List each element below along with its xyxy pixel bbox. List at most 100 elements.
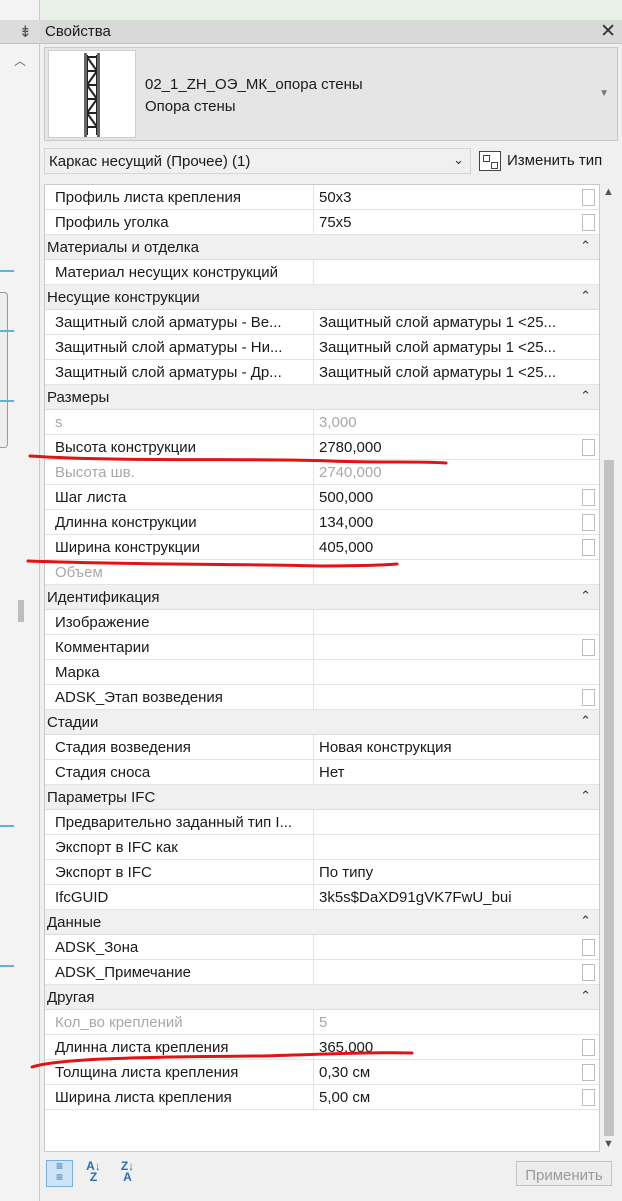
property-row: ADSK_Зона — [45, 935, 599, 960]
associate-parameter-button[interactable] — [582, 689, 595, 706]
property-value[interactable]: 75x5 — [315, 210, 581, 235]
collapse-icon[interactable]: ⌃ — [580, 588, 591, 604]
property-value[interactable] — [315, 810, 581, 835]
associate-parameter-button[interactable] — [582, 964, 595, 981]
associate-parameter-button[interactable] — [582, 1089, 595, 1106]
chevron-down-icon: ⌄ — [453, 152, 464, 167]
property-row: Длинна конструкции 134,000 — [45, 510, 599, 535]
sort-ascending-icon[interactable]: A↓ Z — [80, 1160, 107, 1187]
sort-descending-icon[interactable]: Z↓ A — [114, 1160, 141, 1187]
scroll-down-arrow-icon[interactable]: ▼ — [603, 1138, 614, 1150]
property-value[interactable]: Нет — [315, 760, 581, 785]
associate-parameter-button[interactable] — [582, 639, 595, 656]
property-row: Шаг листа 500,000 — [45, 485, 599, 510]
chevron-down-icon[interactable]: ▼ — [599, 88, 609, 99]
property-row: Толщина листа крепления 0,30 см — [45, 1060, 599, 1085]
grid-scrollbar[interactable]: ▲ ▼ — [600, 184, 618, 1152]
group-header[interactable]: Идентификация ⌃ — [45, 585, 599, 610]
associate-parameter-button[interactable] — [582, 489, 595, 506]
property-name: Высота шв. — [45, 460, 314, 485]
edit-type-button[interactable]: Изменить тип — [477, 148, 618, 174]
property-row: Высота конструкции 2780,000 — [45, 435, 599, 460]
property-row: IfcGUID 3k5s$DaXD91gVK7FwU_bui — [45, 885, 599, 910]
group-header[interactable]: Другая ⌃ — [45, 985, 599, 1010]
property-value[interactable] — [315, 935, 581, 960]
property-value[interactable]: 2780,000 — [315, 435, 581, 460]
strip-scroll-thumb[interactable] — [18, 600, 24, 622]
property-value[interactable]: Защитный слой арматуры 1 <25... — [315, 335, 581, 360]
property-name: Защитный слой арматуры - Др... — [45, 360, 314, 385]
property-row: Ширина листа крепления 5,00 см — [45, 1085, 599, 1110]
group-header[interactable]: Несущие конструкции ⌃ — [45, 285, 599, 310]
property-value[interactable]: 405,000 — [315, 535, 581, 560]
property-value[interactable]: По типу — [315, 860, 581, 885]
property-value[interactable]: Защитный слой арматуры 1 <25... — [315, 360, 581, 385]
type-selector[interactable]: 02_1_ZH_ОЭ_МК_опора стены Опора стены ▼ — [44, 47, 618, 141]
property-name: Объем — [45, 560, 314, 585]
group-name: Идентификация — [47, 589, 160, 606]
collapse-icon[interactable]: ⌃ — [580, 788, 591, 804]
property-value[interactable]: 134,000 — [315, 510, 581, 535]
collapse-icon[interactable]: ⌃ — [580, 988, 591, 1004]
property-value[interactable] — [315, 260, 581, 285]
property-name: Длинна листа крепления — [45, 1035, 314, 1060]
associate-parameter-button[interactable] — [582, 1064, 595, 1081]
property-value[interactable] — [315, 635, 581, 660]
group-header[interactable]: Размеры ⌃ — [45, 385, 599, 410]
collapse-icon[interactable]: ⌃ — [580, 913, 591, 929]
property-value[interactable]: 3k5s$DaXD91gVK7FwU_bui — [315, 885, 581, 910]
property-row: Защитный слой арматуры - Др... Защитный с… — [45, 360, 599, 385]
property-value[interactable]: Защитный слой арматуры 1 <25... — [315, 310, 581, 335]
collapse-icon[interactable]: ⌃ — [580, 388, 591, 404]
scrollbar-thumb[interactable] — [604, 460, 614, 1136]
type-name: Опора стены — [145, 98, 236, 115]
scroll-up-icon[interactable]: ︿ — [10, 52, 30, 68]
category-filter-select[interactable]: Каркас несущий (Прочее) (1) ⌄ — [44, 148, 471, 174]
associate-parameter-button[interactable] — [582, 539, 595, 556]
property-value[interactable]: 50x3 — [315, 185, 581, 210]
property-value[interactable] — [315, 960, 581, 985]
property-row: Профиль уголка 75x5 — [45, 210, 599, 235]
property-value[interactable]: 500,000 — [315, 485, 581, 510]
group-header[interactable]: Стадии ⌃ — [45, 710, 599, 735]
collapse-icon[interactable]: ⌃ — [580, 713, 591, 729]
property-name: Экспорт в IFC — [45, 860, 314, 885]
property-name: Предварительно заданный тип I... — [45, 810, 314, 835]
property-value[interactable] — [315, 660, 581, 685]
associate-parameter-button[interactable] — [582, 189, 595, 206]
associate-parameter-button[interactable] — [582, 939, 595, 956]
group-name: Данные — [47, 914, 102, 931]
apply-button[interactable]: Применить — [516, 1161, 612, 1186]
property-row: Стадия возведения Новая конструкция — [45, 735, 599, 760]
panel-header: Свойства ✕ — [40, 20, 622, 44]
collapse-icon[interactable]: ⌃ — [580, 288, 591, 304]
group-header[interactable]: Материалы и отделка ⌃ — [45, 235, 599, 260]
filter-row: Каркас несущий (Прочее) (1) ⌄ Изменить т… — [44, 146, 618, 176]
menu-icon[interactable]: ⇟ — [19, 22, 32, 42]
property-value[interactable]: Новая конструкция — [315, 735, 581, 760]
group-header[interactable]: Параметры IFC ⌃ — [45, 785, 599, 810]
associate-parameter-button[interactable] — [582, 439, 595, 456]
collapse-icon[interactable]: ⌃ — [580, 238, 591, 254]
associate-parameter-button[interactable] — [582, 1039, 595, 1056]
sort-by-group-icon[interactable]: ≡ ≡ — [46, 1160, 73, 1187]
property-name: Защитный слой арматуры - Ни... — [45, 335, 314, 360]
property-value[interactable]: 5,00 см — [315, 1085, 581, 1110]
close-icon[interactable]: ✕ — [600, 20, 616, 43]
scroll-up-arrow-icon[interactable]: ▲ — [603, 186, 614, 198]
property-row: Комментарии — [45, 635, 599, 660]
view-cube-handle[interactable] — [0, 292, 8, 448]
associate-parameter-button[interactable] — [582, 514, 595, 531]
property-value[interactable]: 0,30 см — [315, 1060, 581, 1085]
associate-parameter-button[interactable] — [582, 214, 595, 231]
property-value: 2740,000 — [319, 464, 382, 481]
property-value[interactable] — [315, 610, 581, 635]
property-value[interactable] — [315, 685, 581, 710]
property-value[interactable] — [315, 835, 581, 860]
property-value[interactable]: 365,000 — [315, 1035, 581, 1060]
group-header[interactable]: Данные ⌃ — [45, 910, 599, 935]
adjacent-view-strip: ⇟ ︿ — [0, 0, 40, 1201]
property-row: Предварительно заданный тип I... — [45, 810, 599, 835]
property-name: ADSK_Этап возведения — [45, 685, 314, 710]
property-row: Кол_во креплений 5 — [45, 1010, 599, 1035]
